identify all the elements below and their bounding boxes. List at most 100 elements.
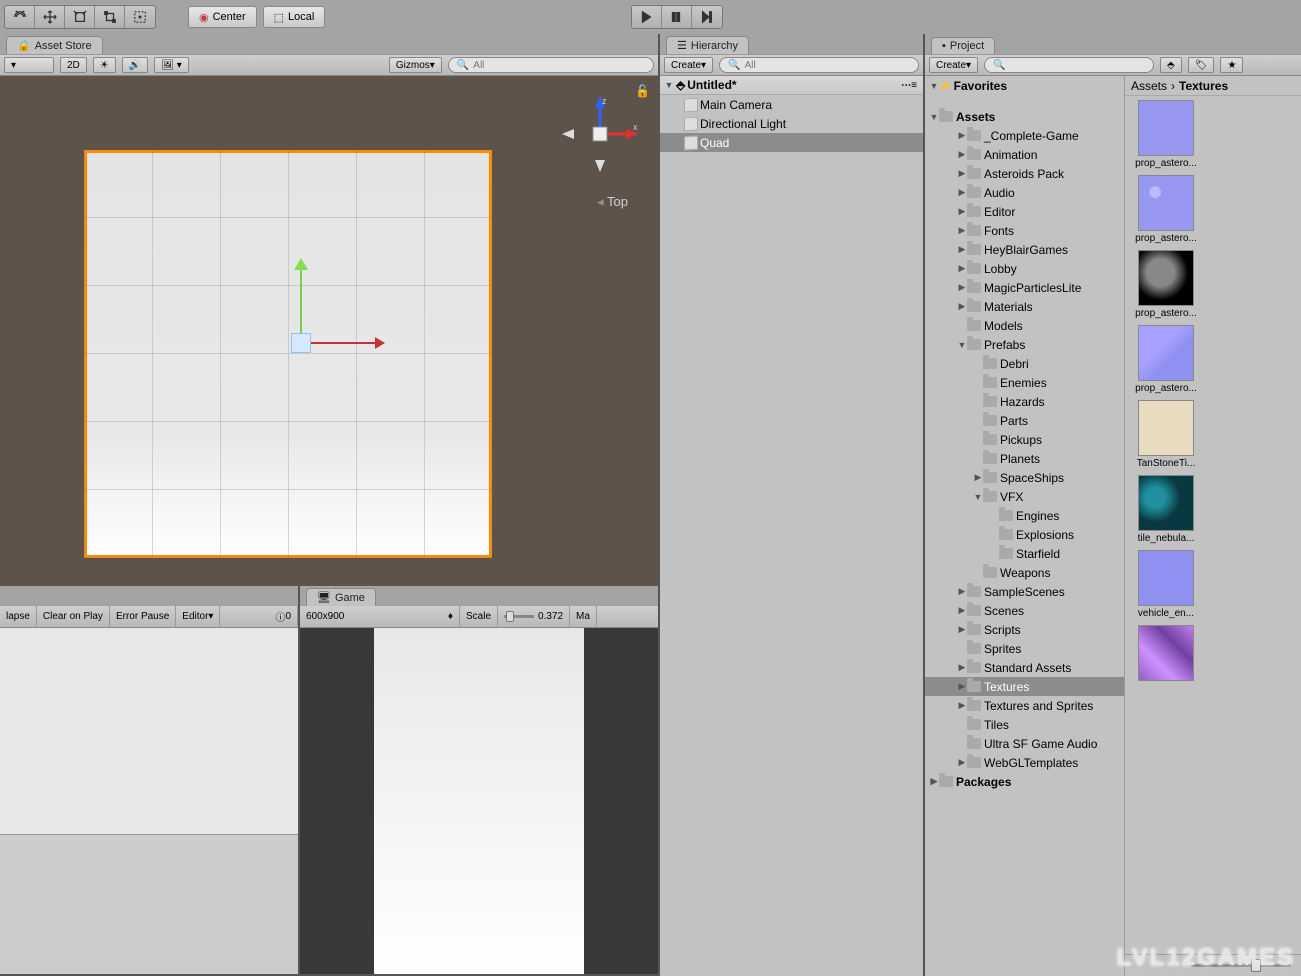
- tree-folder[interactable]: Explosions: [925, 525, 1124, 544]
- gizmos-dropdown[interactable]: Gizmos ▾: [389, 57, 442, 73]
- hand-tool[interactable]: [5, 6, 35, 28]
- scene-search[interactable]: 🔍: [448, 57, 654, 73]
- scale-tool[interactable]: [95, 6, 125, 28]
- tree-folder[interactable]: Tiles: [925, 715, 1124, 734]
- tree-folder[interactable]: Engines: [925, 506, 1124, 525]
- move-gizmo-center[interactable]: [291, 333, 311, 353]
- asset-breadcrumb[interactable]: Assets›Textures: [1125, 76, 1301, 96]
- svg-text:x: x: [633, 122, 638, 132]
- asset-item[interactable]: prop_astero...: [1129, 175, 1203, 244]
- pivot-local-button[interactable]: ⬚Local: [263, 6, 326, 28]
- tree-folder[interactable]: ▶Animation: [925, 145, 1124, 164]
- tree-folder[interactable]: Planets: [925, 449, 1124, 468]
- tree-folder[interactable]: ▶Asteroids Pack: [925, 164, 1124, 183]
- hierarchy-item[interactable]: Directional Light: [660, 114, 923, 133]
- hierarchy-search[interactable]: 🔍: [719, 57, 919, 73]
- tree-folder[interactable]: Weapons: [925, 563, 1124, 582]
- save-search[interactable]: ★: [1220, 57, 1243, 73]
- tree-folder[interactable]: Sprites: [925, 639, 1124, 658]
- console-info-count[interactable]: ⓘ 0: [269, 606, 298, 627]
- selected-quad[interactable]: [84, 150, 492, 558]
- tree-folder[interactable]: Debri: [925, 354, 1124, 373]
- game-aspect[interactable]: 600x900♦: [300, 606, 460, 627]
- console-clear-on-play[interactable]: Clear on Play: [37, 606, 110, 627]
- game-scale-slider[interactable]: 0.372: [498, 606, 570, 627]
- hierarchy-tab[interactable]: ☰Hierarchy: [666, 36, 749, 54]
- pause-button[interactable]: [662, 6, 692, 28]
- assets-root-row[interactable]: ▼Assets: [925, 107, 1124, 126]
- project-tab[interactable]: ▪Project: [931, 37, 995, 54]
- asset-item[interactable]: TanStoneTi...: [1129, 400, 1203, 469]
- tree-folder[interactable]: Starfield: [925, 544, 1124, 563]
- console-collapse[interactable]: lapse: [0, 606, 37, 627]
- console-details: [0, 834, 298, 974]
- orientation-gizmo[interactable]: z x: [560, 94, 640, 174]
- hierarchy-list[interactable]: ▼⬘ Untitled*⋯≡ Main Camera Directional L…: [660, 76, 923, 976]
- tree-folder[interactable]: ▶Standard Assets: [925, 658, 1124, 677]
- asset-store-tab[interactable]: 🔒Asset Store: [6, 36, 103, 54]
- audio-toggle[interactable]: 🔊: [122, 57, 148, 73]
- svg-text:z: z: [602, 96, 607, 106]
- favorites-row[interactable]: ▼★Favorites: [925, 76, 1124, 95]
- tree-folder[interactable]: Pickups: [925, 430, 1124, 449]
- game-maximize[interactable]: Ma: [570, 606, 597, 627]
- asset-item[interactable]: tile_nebula...: [1129, 475, 1203, 544]
- tree-folder[interactable]: ▶Textures: [925, 677, 1124, 696]
- tree-folder[interactable]: ▶HeyBlairGames: [925, 240, 1124, 259]
- tree-folder[interactable]: ▶Audio: [925, 183, 1124, 202]
- asset-item[interactable]: [1129, 625, 1203, 683]
- tree-folder[interactable]: Parts: [925, 411, 1124, 430]
- hierarchy-item[interactable]: Main Camera: [660, 95, 923, 114]
- console-body[interactable]: [0, 628, 298, 834]
- hierarchy-item[interactable]: Quad: [660, 133, 923, 152]
- project-create[interactable]: Create ▾: [929, 57, 978, 73]
- tree-folder[interactable]: ▼Prefabs: [925, 335, 1124, 354]
- tree-folder[interactable]: ▶Editor: [925, 202, 1124, 221]
- 2d-toggle[interactable]: 2D: [60, 57, 87, 73]
- rect-tool[interactable]: [125, 6, 155, 28]
- filter-by-label[interactable]: 🏷: [1188, 57, 1215, 73]
- console-error-pause[interactable]: Error Pause: [110, 606, 176, 627]
- tree-folder[interactable]: ▶Materials: [925, 297, 1124, 316]
- console-editor[interactable]: Editor ▾: [176, 606, 220, 627]
- tree-folder[interactable]: ▶Lobby: [925, 259, 1124, 278]
- lighting-toggle[interactable]: ☀: [93, 57, 116, 73]
- tree-folder[interactable]: Hazards: [925, 392, 1124, 411]
- game-tab[interactable]: 🖥Game: [306, 588, 376, 606]
- rotate-tool[interactable]: [65, 6, 95, 28]
- fx-toggle[interactable]: 🖼 ▾: [154, 57, 189, 73]
- play-button[interactable]: [632, 6, 662, 28]
- shaded-dropdown[interactable]: ▾: [4, 57, 54, 73]
- tree-folder[interactable]: ▶_Complete-Game: [925, 126, 1124, 145]
- move-gizmo-y[interactable]: [300, 263, 302, 333]
- tree-folder[interactable]: ▶MagicParticlesLite: [925, 278, 1124, 297]
- game-view[interactable]: [300, 628, 658, 974]
- asset-item[interactable]: prop_astero...: [1129, 325, 1203, 394]
- tree-folder[interactable]: ▶WebGLTemplates: [925, 753, 1124, 772]
- hierarchy-create[interactable]: Create ▾: [664, 57, 713, 73]
- step-button[interactable]: [692, 6, 722, 28]
- scene-view[interactable]: 🔓 z x ◂ Top: [0, 76, 658, 586]
- packages-row[interactable]: ▶Packages: [925, 772, 1124, 791]
- tree-folder[interactable]: ▶Fonts: [925, 221, 1124, 240]
- pivot-center-button[interactable]: ◉Center: [188, 6, 257, 28]
- tree-folder[interactable]: Models: [925, 316, 1124, 335]
- project-search[interactable]: 🔍: [984, 57, 1154, 73]
- tree-folder[interactable]: ▶Scripts: [925, 620, 1124, 639]
- tree-folder[interactable]: Ultra SF Game Audio: [925, 734, 1124, 753]
- tree-folder[interactable]: ▼VFX: [925, 487, 1124, 506]
- tree-folder[interactable]: Enemies: [925, 373, 1124, 392]
- tree-folder[interactable]: ▶SpaceShips: [925, 468, 1124, 487]
- project-tree[interactable]: ▼★Favorites ▼Assets ▶_Complete-Game▶Anim…: [925, 76, 1125, 976]
- asset-grid[interactable]: prop_astero...prop_astero...prop_astero.…: [1125, 96, 1301, 954]
- move-tool[interactable]: [35, 6, 65, 28]
- scene-row[interactable]: ▼⬘ Untitled*⋯≡: [660, 76, 923, 95]
- asset-item[interactable]: prop_astero...: [1129, 100, 1203, 169]
- tree-folder[interactable]: ▶Scenes: [925, 601, 1124, 620]
- move-gizmo-x[interactable]: [311, 342, 381, 344]
- asset-item[interactable]: vehicle_en...: [1129, 550, 1203, 619]
- tree-folder[interactable]: ▶Textures and Sprites: [925, 696, 1124, 715]
- tree-folder[interactable]: ▶SampleScenes: [925, 582, 1124, 601]
- filter-by-type[interactable]: ⬘: [1160, 57, 1182, 73]
- asset-item[interactable]: prop_astero...: [1129, 250, 1203, 319]
